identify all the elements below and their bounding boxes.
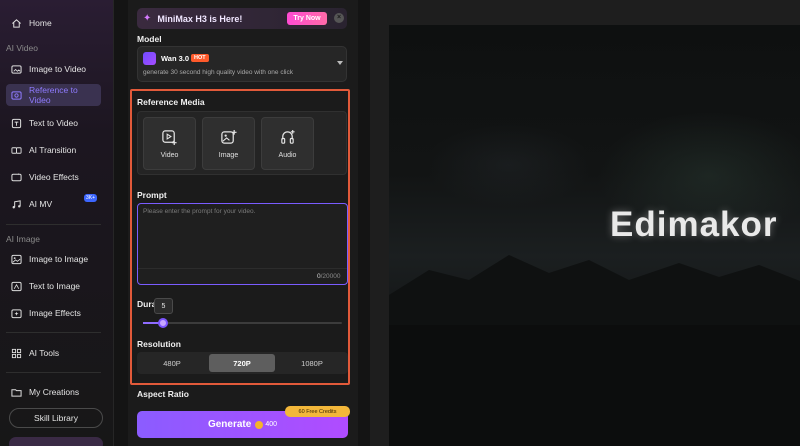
resolution-label: Resolution [137,339,181,349]
media-label: Audio [278,151,297,159]
sidebar-item-text-to-image[interactable]: Text to Image [6,275,101,297]
resolution-option-480p[interactable]: 480P [139,354,205,372]
add-video-button[interactable]: Video [143,117,196,170]
hot-badge: HOT [191,54,209,62]
sidebar-item-label: Home [29,18,52,28]
sidebar-item-label: Text to Video [29,118,78,128]
model-label: Model [137,34,162,44]
free-credits-badge: 60 Free Credits [285,406,350,417]
video-effects-icon [10,171,22,183]
divider [6,372,101,373]
generate-label: Generate [207,419,252,430]
new-badge: 3K+ [84,194,98,202]
image-video-icon [10,63,22,75]
aspect-ratio-label: Aspect Ratio [137,389,189,399]
sidebar-item-label: Reference to Video [29,85,78,105]
char-count-max: /20000 [320,273,341,280]
sidebar-item-image-to-image[interactable]: Image to Image [6,248,101,270]
audio-add-icon [281,129,295,144]
model-select[interactable] [137,46,347,82]
divider [6,332,101,333]
duration-slider-thumb[interactable] [158,318,168,328]
chevron-down-icon[interactable] [337,61,343,65]
sidebar-item-label: AI Tools [29,348,60,358]
resolution-option-1080p[interactable]: 1080P [279,354,345,372]
coin-icon [255,420,264,429]
sparkle-icon: ✦ [143,13,152,24]
folder-icon [10,386,22,398]
home-icon [10,17,22,29]
image-add-icon [221,129,237,144]
reference-media-label: Reference Media [137,97,205,107]
reference-video-icon [10,89,22,101]
section-label-ai-image: AI Image [6,234,41,244]
sidebar-item-label: AI Transition [29,145,77,155]
divider [138,268,347,269]
duration-slider-track[interactable] [143,322,342,324]
sidebar-item-label: Image Effects [29,308,81,318]
media-label: Image [218,151,239,159]
prompt-placeholder: Please enter the prompt for your video. [143,208,256,215]
sidebar-item-label: My Creations [29,387,80,397]
sidebar-item-label: Image to Video [29,64,87,74]
sidebar-item-text-to-video[interactable]: Text to Video [6,112,101,134]
sidebar-item-video-effects[interactable]: Video Effects [6,166,101,188]
try-now-button[interactable]: Try Now [287,12,327,25]
text-to-image-icon [10,280,22,292]
video-add-icon [162,129,177,145]
generate-cost: 400 [265,421,278,428]
sidebar-item-image-effects[interactable]: Image Effects [6,302,101,324]
resolution-option-720p[interactable]: 720P [209,354,275,372]
sidebar-item-label: Text to Image [29,281,81,291]
sidebar-item-reference-to-video[interactable]: Reference to Video [6,84,101,106]
image-to-image-icon [10,253,22,265]
sidebar-item-image-to-video[interactable]: Image to Video [6,58,101,80]
prompt-label: Prompt [137,190,167,200]
sidebar: Home AI Video Image to Video Reference t… [0,0,114,446]
add-image-button[interactable]: Image [202,117,255,170]
sidebar-item-label: Video Effects [29,172,79,182]
duration-value-tooltip: 5 [154,298,173,314]
sidebar-item-ai-tools[interactable]: AI Tools [6,342,101,364]
prompt-char-count: 0/20000 [317,273,341,280]
sidebar-item-ai-transition[interactable]: AI Transition [6,139,101,161]
sidebar-item-home[interactable]: Home [6,12,101,34]
model-name: Wan 3.0 [161,54,190,63]
sidebar-item-label: AI MV [29,199,53,209]
model-logo-icon [143,52,156,65]
close-icon[interactable]: × [334,13,344,23]
text-video-icon [10,117,22,129]
divider [6,224,101,225]
skill-library-button[interactable]: Skill Library [9,408,103,428]
brand-logo-text: Edimakor [610,205,778,244]
grid-icon [10,347,22,359]
model-description: generate 30 second high quality video wi… [143,69,293,76]
add-audio-button[interactable]: Audio [261,117,314,170]
section-label-ai-video: AI Video [6,43,38,53]
sidebar-item-my-creations[interactable]: My Creations [6,381,101,403]
music-video-icon [10,198,22,210]
sidebar-item-label: Image to Image [29,254,89,264]
image-effects-icon [10,307,22,319]
media-label: Video [160,151,179,159]
transition-icon [10,144,22,156]
banner-text: MiniMax H3 is Here! [157,13,243,24]
account-button[interactable] [9,437,103,446]
